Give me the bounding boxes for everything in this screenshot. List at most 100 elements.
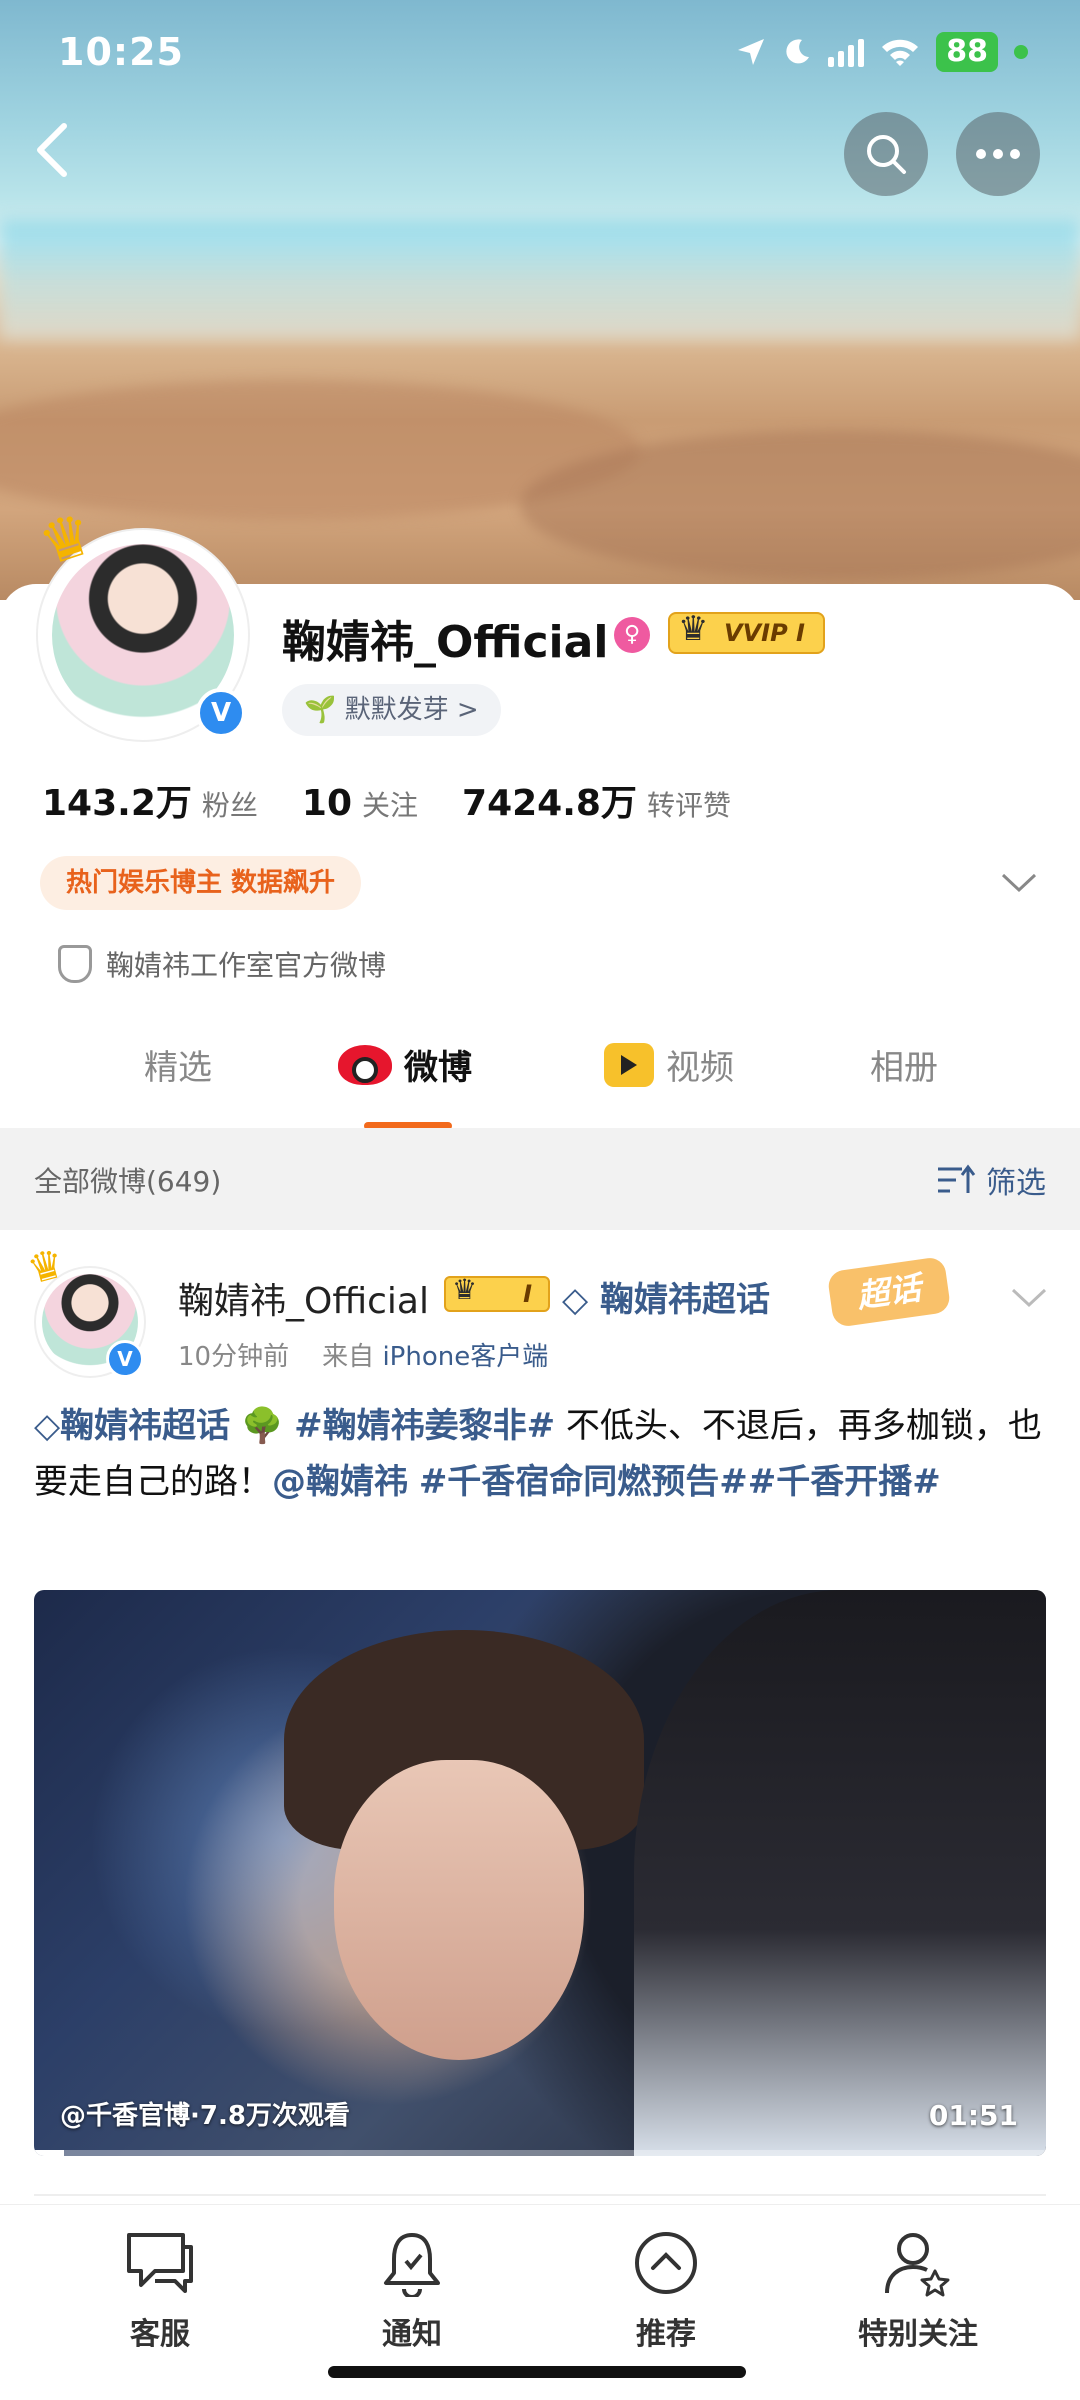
video-player[interactable]: @千香官博·7.8万次观看 01:51 <box>34 1590 1046 2156</box>
tab-featured[interactable]: 精选 <box>144 1040 212 1089</box>
diamond-icon: ◇ <box>34 1406 61 1446</box>
stat-fans[interactable]: 143.2万 粉丝 <box>42 774 258 826</box>
sprout-badge[interactable]: 🌱 默默发芽 > <box>282 684 501 736</box>
video-progress-fill <box>34 2150 65 2156</box>
status-bar: 10:25 88 <box>0 0 1080 110</box>
hashtag-link[interactable]: #千香宿命同燃预告# <box>419 1462 748 1502</box>
female-icon: ♀ <box>614 617 650 653</box>
search-icon <box>867 135 906 174</box>
video-caption: @千香官博·7.8万次观看 <box>60 2101 350 2131</box>
tab-label: 精选 <box>144 1048 212 1088</box>
stat-value: 7424.8万 <box>462 783 637 824</box>
hot-blogger-tag[interactable]: 热门娱乐博主 数据飙升 <box>40 856 362 910</box>
video-progress-bar[interactable] <box>34 2150 1046 2156</box>
stat-value: 10 <box>301 783 352 824</box>
sprout-label: 默默发芽 > <box>344 695 479 725</box>
post-author[interactable]: 鞠婧祎_Official <box>178 1272 429 1324</box>
stat-following[interactable]: 10 关注 <box>302 783 418 824</box>
post-meta: 10分钟前 来自 iPhone客户端 <box>178 1336 548 1373</box>
location-icon <box>738 39 765 65</box>
shield-icon <box>58 945 92 983</box>
all-posts-label: 全部微博(649) <box>34 1165 222 1198</box>
cover-sea <box>0 220 1080 340</box>
filter-icon <box>938 1164 976 1193</box>
video-icon <box>604 1042 654 1087</box>
recommend-button[interactable]: 推荐 <box>566 2227 766 2353</box>
vip-label: I <box>523 1280 532 1308</box>
chat-icon <box>60 2227 260 2299</box>
video-duration: 01:51 <box>928 2099 1018 2132</box>
supertopic-link[interactable]: ◇ 鞠婧祎超话 <box>562 1272 770 1321</box>
battery-indicator: 88 <box>936 32 998 72</box>
tree-icon: 🌳 <box>240 1406 284 1446</box>
tab-label: 视频 <box>666 1048 734 1088</box>
vip-badge[interactable]: ♛ I <box>444 1273 550 1312</box>
post-from-prefix: 来自 <box>322 1342 375 1372</box>
post-card: ♛ V 鞠婧祎_Official ♛ I ◇ 鞠婧祎超话 超话 10分钟前 来自 … <box>0 1230 1080 2210</box>
crown-icon: ♛ <box>22 1240 70 1294</box>
post-source[interactable]: iPhone客户端 <box>382 1342 548 1372</box>
diamond-icon: ◇ <box>562 1280 600 1320</box>
more-icon <box>976 149 1020 159</box>
status-icons: 88 <box>736 32 1028 72</box>
stat-interactions[interactable]: 7424.8万 转评赞 <box>462 774 731 826</box>
video-frame-face <box>334 1760 584 2060</box>
filter-label: 筛选 <box>986 1166 1046 1201</box>
privacy-dot <box>1014 45 1028 59</box>
moon-icon <box>786 39 810 64</box>
tab-label: 相册 <box>870 1048 938 1088</box>
sprout-icon: 🌱 <box>304 695 345 725</box>
up-circle-icon <box>566 2227 766 2299</box>
user-star-icon <box>818 2227 1018 2299</box>
crown-icon: ♛ <box>452 1273 478 1306</box>
crown-icon: ♛ <box>678 609 709 649</box>
status-time: 10:25 <box>58 30 184 74</box>
video-frame-figure <box>634 1590 1046 2156</box>
profile-name: 鞠婧祎_Official <box>282 617 609 668</box>
verified-icon: V <box>196 688 246 738</box>
bottom-label: 客服 <box>130 2317 190 2352</box>
profile-page: 10:25 88 ♛ V 鞠婧祎_Official ♀ ♛ VVIP I 🌱 默默… <box>0 0 1080 2400</box>
bottom-label: 推荐 <box>636 2317 696 2352</box>
search-button[interactable] <box>844 112 928 196</box>
hashtag-link[interactable]: #鞠婧祎姜黎非# <box>294 1406 555 1446</box>
studio-info[interactable]: 鞠婧祎工作室官方微博 <box>58 944 386 984</box>
supertopic-badge[interactable]: 超话 <box>826 1256 952 1328</box>
studio-label: 鞠婧祎工作室官方微博 <box>106 949 387 982</box>
hashtag-link[interactable]: #千香开播# <box>748 1462 941 1502</box>
stat-label: 粉丝 <box>201 789 258 822</box>
filter-bar: 全部微博(649) 筛选 <box>0 1128 1080 1230</box>
more-button[interactable] <box>956 112 1040 196</box>
chevron-down-icon[interactable] <box>1000 864 1038 902</box>
chevron-down-icon[interactable] <box>1010 1278 1048 1318</box>
post-topic-link[interactable]: 鞠婧祎超话 <box>60 1406 230 1446</box>
profile-stats: 143.2万 粉丝 10 关注 7424.8万 转评赞 <box>42 774 775 826</box>
vvip-label: VVIP I <box>724 619 805 647</box>
mention-link[interactable]: @鞠婧祎 <box>272 1462 408 1502</box>
wifi-icon <box>882 39 919 66</box>
supertopic-label: 鞠婧祎超话 <box>599 1280 770 1320</box>
post-text: ◇鞠婧祎超话 🌳 #鞠婧祎姜黎非# 不低头、不退后，再多枷锁，也要走自己的路！@… <box>34 1398 1046 1510</box>
verified-icon: V <box>106 1340 144 1378</box>
filter-button[interactable]: 筛选 <box>936 1158 1046 1202</box>
customer-service-button[interactable]: 客服 <box>60 2227 260 2353</box>
tab-video[interactable]: 视频 <box>604 1040 734 1089</box>
back-icon[interactable] <box>30 120 90 190</box>
post-time: 10分钟前 <box>178 1342 290 1372</box>
notification-button[interactable]: 通知 <box>312 2227 512 2353</box>
stat-label: 关注 <box>362 789 419 822</box>
home-indicator[interactable] <box>328 2366 746 2378</box>
weibo-logo-icon <box>338 1044 392 1085</box>
bell-icon <box>312 2227 512 2299</box>
signal-icon <box>828 37 865 67</box>
profile-tabs: 精选 微博 视频 相册 <box>0 1020 1080 1130</box>
stat-label: 转评赞 <box>646 789 731 822</box>
bottom-label: 特别关注 <box>858 2317 978 2352</box>
vvip-badge[interactable]: ♛ VVIP I <box>668 609 825 654</box>
bottom-label: 通知 <box>382 2317 442 2352</box>
tab-weibo[interactable]: 微博 <box>338 1040 472 1089</box>
divider <box>34 2194 1046 2196</box>
tab-album[interactable]: 相册 <box>870 1040 938 1089</box>
tab-label: 微博 <box>404 1048 472 1088</box>
special-follow-button[interactable]: 特别关注 <box>818 2227 1018 2353</box>
